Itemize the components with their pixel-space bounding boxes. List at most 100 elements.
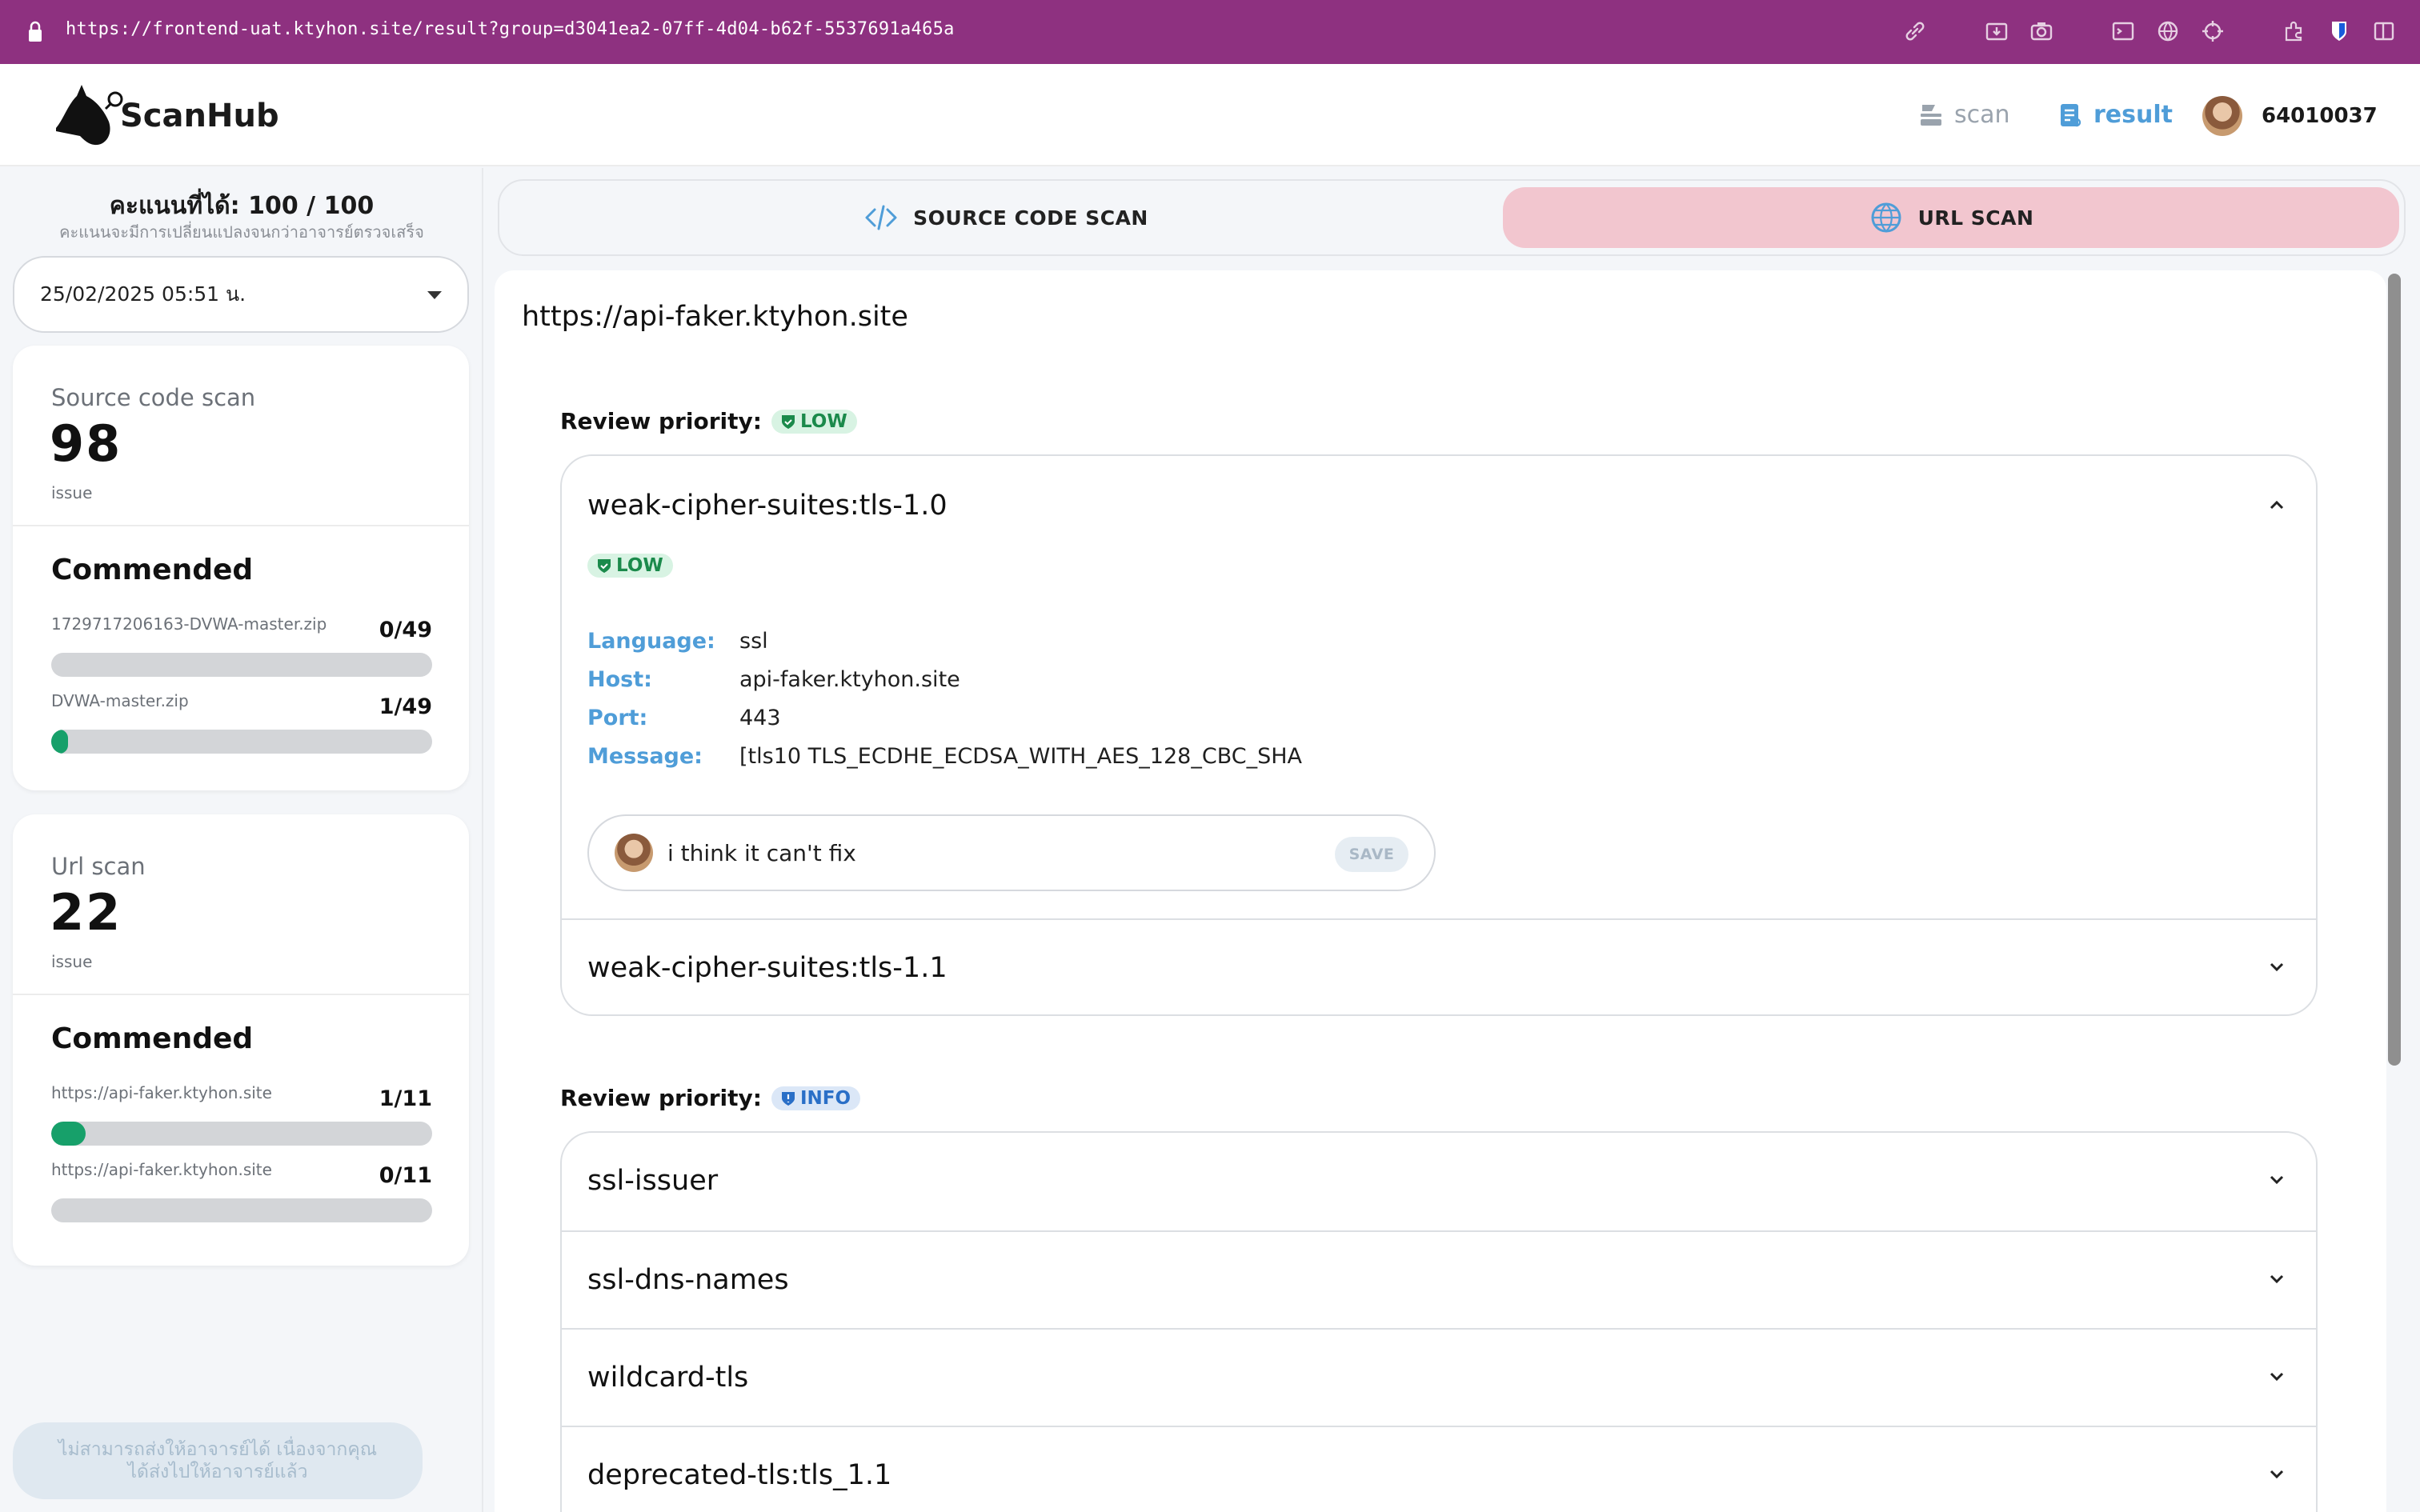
link-icon[interactable] xyxy=(1900,16,1930,46)
progress-url-name: https://api-faker.ktyhon.site xyxy=(51,1160,272,1179)
detail-value: ssl xyxy=(739,629,768,654)
score-note: คะแนนจะมีการเปลี่ยนแปลงจนกว่าอาจารย์ตรวจ… xyxy=(59,222,424,242)
send-button-line-2: ได้ส่งไปให้อาจารย์แล้ว xyxy=(127,1462,308,1482)
tab-url-label: URL SCAN xyxy=(1917,206,2034,230)
chevron-down-icon[interactable] xyxy=(2266,1170,2287,1190)
finding-title[interactable]: weak-cipher-suites:tls-1.0 xyxy=(587,490,948,522)
code-icon xyxy=(865,205,897,230)
detail-port: Port: 443 xyxy=(587,706,781,730)
nav-result-label: result xyxy=(2093,101,2173,129)
globe-icon xyxy=(1871,202,1901,233)
chevron-down-icon[interactable] xyxy=(2266,1366,2287,1387)
nav-scan[interactable]: scan xyxy=(1917,101,2010,129)
detail-value: 443 xyxy=(739,706,781,730)
camera-icon[interactable] xyxy=(2026,16,2057,46)
send-to-teacher-button[interactable]: ไม่สามารถส่งให้อาจารย์ได้ เนื่องจากคุณ ไ… xyxy=(13,1422,423,1499)
priority-badge-info: INFO xyxy=(771,1086,861,1110)
sidebar-toggle-icon[interactable] xyxy=(2369,16,2399,46)
progress-fill xyxy=(51,730,69,754)
detail-key: Message: xyxy=(587,744,703,769)
detail-value: api-faker.ktyhon.site xyxy=(739,667,960,692)
globe-icon[interactable] xyxy=(2153,16,2183,46)
scan-type-tabs: SOURCE CODE SCAN URL SCAN xyxy=(498,179,2406,256)
source-scan-label: Source code scan xyxy=(51,384,256,411)
review-priority-low: Review priority: LOW xyxy=(560,408,857,434)
target-url: https://api-faker.ktyhon.site xyxy=(522,301,908,333)
severity-badge-text: LOW xyxy=(616,555,663,576)
bitwarden-shield-icon[interactable] xyxy=(2324,16,2354,46)
detail-key: Language: xyxy=(587,629,715,654)
priority-badge-text: LOW xyxy=(799,410,847,432)
chevron-up-icon[interactable] xyxy=(2266,494,2287,515)
chevron-down-icon[interactable] xyxy=(2266,957,2287,978)
tab-source-label: SOURCE CODE SCAN xyxy=(913,206,1148,230)
scan-date-value: 25/02/2025 05:51 น. xyxy=(40,282,246,306)
detail-message: Message: [tls10 TLS_ECDHE_ECDSA_WITH_AES… xyxy=(587,744,1302,769)
finding-title[interactable]: deprecated-tls:tls_1.1 xyxy=(587,1459,891,1491)
review-priority-label: Review priority: xyxy=(560,1085,762,1111)
shield-icon xyxy=(781,1091,795,1106)
scrollbar-thumb[interactable] xyxy=(2388,274,2401,1066)
review-priority-label: Review priority: xyxy=(560,408,762,434)
tab-source-code-scan[interactable]: SOURCE CODE SCAN xyxy=(506,187,1506,248)
comment-input[interactable]: i think it can't fix xyxy=(667,840,856,866)
url-results-panel: https://api-faker.ktyhon.site Review pri… xyxy=(495,270,2386,1512)
user-avatar[interactable] xyxy=(2202,96,2242,136)
progress-value: 1/49 xyxy=(379,694,432,719)
brand-name[interactable]: ScanHub xyxy=(120,98,279,134)
dropdown-caret-icon xyxy=(427,291,442,299)
url-scan-label: Url scan xyxy=(51,853,146,880)
finding-row[interactable]: deprecated-tls:tls_1.1 xyxy=(562,1426,2316,1512)
save-comment-button[interactable]: SAVE xyxy=(1335,837,1408,872)
finding-row[interactable]: ssl-dns-names xyxy=(562,1230,2316,1328)
url-commended-title: Commended xyxy=(51,1022,254,1055)
detail-value: [tls10 TLS_ECDHE_ECDSA_WITH_AES_128_CBC_… xyxy=(739,744,1303,769)
finding-row-expanded[interactable]: weak-cipher-suites:tls-1.0 LOW Language:… xyxy=(562,456,2316,918)
progress-value: 0/11 xyxy=(379,1163,432,1188)
url-scan-count: 22 xyxy=(50,883,122,942)
progress-bar xyxy=(51,1122,432,1146)
finding-row[interactable]: weak-cipher-suites:tls-1.1 xyxy=(562,918,2316,1014)
detail-host: Host: api-faker.ktyhon.site xyxy=(587,667,960,692)
commenter-avatar xyxy=(615,834,653,872)
progress-bar xyxy=(51,653,432,677)
review-priority-info: Review priority: INFO xyxy=(560,1085,861,1111)
source-scan-unit: issue xyxy=(51,483,93,502)
tab-url-scan[interactable]: URL SCAN xyxy=(1503,187,2399,248)
result-document-icon xyxy=(2061,103,2081,126)
detail-language: Language: ssl xyxy=(587,629,768,654)
progress-value: 0/49 xyxy=(379,618,432,642)
lock-icon xyxy=(29,21,42,42)
severity-badge-low: LOW xyxy=(587,554,673,578)
user-id[interactable]: 64010037 xyxy=(2262,104,2378,128)
scan-date-select[interactable]: 25/02/2025 05:51 น. xyxy=(13,256,469,333)
progress-file-name: DVWA-master.zip xyxy=(51,691,189,710)
finding-row[interactable]: ssl-issuer xyxy=(562,1133,2316,1230)
finding-title[interactable]: weak-cipher-suites:tls-1.1 xyxy=(587,952,948,984)
send-button-line-1: ไม่สามารถส่งให้อาจารย์ได้ เนื่องจากคุณ xyxy=(58,1439,378,1460)
address-bar[interactable]: https://frontend-uat.ktyhon.site/result?… xyxy=(66,19,955,39)
scanhub-logo-icon[interactable] xyxy=(53,82,125,149)
progress-fill xyxy=(51,1122,86,1146)
terminal-icon[interactable] xyxy=(2108,16,2138,46)
priority-badge-low: LOW xyxy=(771,409,857,434)
chevron-down-icon[interactable] xyxy=(2266,1464,2287,1485)
comment-box[interactable]: i think it can't fix SAVE xyxy=(587,814,1436,891)
download-icon[interactable] xyxy=(1981,16,2012,46)
finding-title[interactable]: ssl-dns-names xyxy=(587,1264,789,1296)
priority-badge-text: INFO xyxy=(799,1087,851,1109)
chevron-down-icon[interactable] xyxy=(2266,1269,2287,1290)
progress-bar xyxy=(51,1198,432,1222)
progress-bar xyxy=(51,730,432,754)
finding-title[interactable]: wildcard-tls xyxy=(587,1362,748,1394)
progress-url-name: https://api-faker.ktyhon.site xyxy=(51,1083,272,1102)
finding-row[interactable]: wildcard-tls xyxy=(562,1328,2316,1426)
nav-scan-label: scan xyxy=(1954,101,2010,129)
nav-result[interactable]: result xyxy=(2057,101,2173,129)
extensions-icon[interactable] xyxy=(2279,16,2310,46)
url-scan-card: Url scan 22 issue Commended https://api-… xyxy=(13,814,469,1266)
crosshair-icon[interactable] xyxy=(2198,16,2228,46)
finding-title[interactable]: ssl-issuer xyxy=(587,1165,718,1197)
source-commended-title: Commended xyxy=(51,554,254,586)
card-divider xyxy=(13,525,469,526)
